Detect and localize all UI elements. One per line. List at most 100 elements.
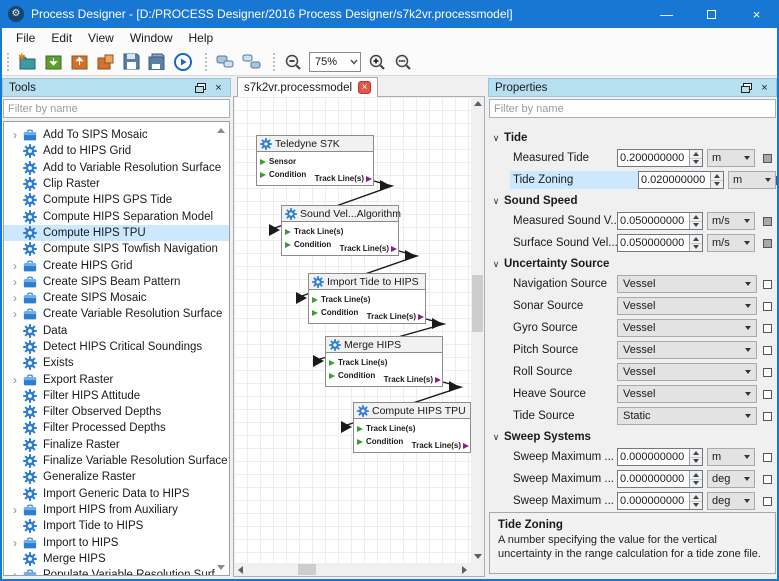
- unit-dropdown[interactable]: deg: [707, 470, 755, 488]
- input-port[interactable]: Condition: [260, 170, 306, 179]
- spin-up-icon[interactable]: [690, 235, 702, 244]
- property-value[interactable]: 0.050000000: [618, 213, 689, 229]
- tool-item[interactable]: Filter Observed Depths: [4, 404, 229, 420]
- property-label[interactable]: Tide Source: [513, 407, 617, 425]
- toolbar-grip[interactable]: [6, 52, 11, 72]
- spin-up-icon[interactable]: [690, 150, 702, 159]
- tool-item[interactable]: › Create Variable Resolution Surface: [4, 306, 229, 322]
- property-spinbox[interactable]: 0.050000000: [617, 212, 703, 230]
- override-indicator[interactable]: [763, 217, 772, 226]
- diagram-canvas[interactable]: Teledyne S7K Sensor Condition Track Line…: [233, 97, 485, 577]
- toolbar-grip[interactable]: [272, 52, 277, 72]
- property-label[interactable]: Measured Tide: [513, 149, 617, 167]
- spin-up-icon[interactable]: [690, 213, 702, 222]
- tool-item[interactable]: Import Tide to HIPS: [4, 518, 229, 534]
- close-button[interactable]: ×: [734, 0, 779, 28]
- spin-down-icon[interactable]: [690, 480, 702, 488]
- properties-filter-input[interactable]: [490, 100, 775, 117]
- property-label[interactable]: Tide Zoning: [510, 171, 638, 189]
- input-port[interactable]: Condition: [285, 240, 331, 249]
- property-group-sweep-systems[interactable]: ∨ Sweep Systems: [488, 430, 777, 444]
- menu-help[interactable]: Help: [181, 29, 222, 47]
- override-indicator[interactable]: [763, 453, 772, 462]
- tool-item[interactable]: Filter HIPS Attitude: [4, 388, 229, 404]
- spin-down-icon[interactable]: [690, 222, 702, 230]
- override-indicator[interactable]: [763, 280, 772, 289]
- vscroll-thumb[interactable]: [472, 275, 483, 332]
- scroll-up-icon[interactable]: [471, 97, 484, 110]
- override-indicator[interactable]: [763, 497, 772, 506]
- save-all-button[interactable]: [144, 50, 170, 74]
- input-port[interactable]: Track Line(s): [357, 424, 415, 433]
- minimize-button[interactable]: —: [644, 0, 689, 28]
- source-dropdown[interactable]: Vessel: [617, 363, 757, 381]
- input-port[interactable]: Condition: [357, 437, 403, 446]
- tool-item[interactable]: Compute SIPS Towfish Navigation: [4, 241, 229, 257]
- spin-down-icon[interactable]: [690, 458, 702, 466]
- source-dropdown[interactable]: Vessel: [617, 385, 757, 403]
- input-port[interactable]: Track Line(s): [329, 358, 387, 367]
- property-value[interactable]: 0.000000000: [618, 471, 689, 487]
- output-port[interactable]: Track Line(s): [412, 441, 469, 450]
- source-dropdown[interactable]: Vessel: [617, 275, 757, 293]
- override-indicator[interactable]: [763, 346, 772, 355]
- property-label[interactable]: Gyro Source: [513, 319, 617, 337]
- output-port[interactable]: Track Line(s): [315, 174, 372, 183]
- spin-down-icon[interactable]: [711, 181, 723, 189]
- spin-up-icon[interactable]: [690, 493, 702, 502]
- canvas-vscrollbar[interactable]: [471, 97, 484, 563]
- float-panel-icon[interactable]: [739, 81, 754, 95]
- collapse-chevron-icon[interactable]: ∨: [488, 133, 504, 144]
- tool-item[interactable]: › Export Raster: [4, 371, 229, 387]
- menu-window[interactable]: Window: [122, 29, 181, 47]
- node-compute-hips-tpu[interactable]: Compute HIPS TPU Track Line(s) Condition…: [353, 402, 471, 453]
- tool-item[interactable]: › Create SIPS Beam Pattern: [4, 274, 229, 290]
- tool-item[interactable]: Detect HIPS Critical Soundings: [4, 339, 229, 355]
- property-label[interactable]: Measured Sound V...: [513, 212, 617, 230]
- expander-icon[interactable]: ›: [4, 291, 20, 305]
- expander-icon[interactable]: ›: [4, 536, 20, 550]
- expander-icon[interactable]: ›: [4, 259, 20, 273]
- tree-scroll-up-icon[interactable]: [217, 128, 225, 133]
- unit-dropdown[interactable]: m/s: [707, 212, 755, 230]
- node-sound-vel-algorithm[interactable]: Sound Vel...Algorithm Track Line(s) Cond…: [281, 205, 399, 256]
- node-header[interactable]: Import Tide to HIPS: [309, 274, 425, 290]
- node-header[interactable]: Merge HIPS: [326, 337, 442, 353]
- source-dropdown[interactable]: Vessel: [617, 341, 757, 359]
- export-model-button[interactable]: [66, 50, 92, 74]
- spin-up-icon[interactable]: [690, 449, 702, 458]
- property-group-tide[interactable]: ∨ Tide: [488, 131, 777, 145]
- maximize-button[interactable]: [689, 0, 734, 28]
- output-port[interactable]: Track Line(s): [384, 375, 441, 384]
- expander-icon[interactable]: ›: [4, 503, 20, 517]
- menu-edit[interactable]: Edit: [43, 29, 80, 47]
- property-label[interactable]: Navigation Source: [513, 275, 617, 293]
- spin-down-icon[interactable]: [690, 159, 702, 167]
- tool-item[interactable]: Finalize Raster: [4, 437, 229, 453]
- spin-down-icon[interactable]: [690, 502, 702, 510]
- tool-item[interactable]: Merge HIPS: [4, 551, 229, 567]
- tree-scroll-down-icon[interactable]: [217, 565, 225, 570]
- canvas-hscrollbar[interactable]: [234, 563, 471, 576]
- zoom-level-combo[interactable]: 75%: [309, 52, 361, 72]
- tool-item[interactable]: › Create HIPS Grid: [4, 257, 229, 273]
- float-panel-icon[interactable]: [193, 81, 208, 95]
- hscroll-thumb[interactable]: [298, 564, 316, 575]
- property-label[interactable]: Roll Source: [513, 363, 617, 381]
- unit-dropdown[interactable]: m: [728, 171, 776, 189]
- property-group-uncertainty-source[interactable]: ∨ Uncertainty Source: [488, 257, 777, 271]
- tool-item[interactable]: Add to HIPS Grid: [4, 143, 229, 159]
- tool-item[interactable]: Finalize Variable Resolution Surface: [4, 453, 229, 469]
- input-port[interactable]: Condition: [312, 308, 358, 317]
- scroll-left-icon[interactable]: [234, 563, 247, 576]
- property-spinbox[interactable]: 0.000000000: [617, 492, 703, 510]
- property-spinbox[interactable]: 0.050000000: [617, 234, 703, 252]
- unit-dropdown[interactable]: m/s: [707, 234, 755, 252]
- expander-icon[interactable]: ›: [4, 307, 20, 321]
- property-spinbox[interactable]: 0.000000000: [617, 470, 703, 488]
- spin-up-icon[interactable]: [690, 471, 702, 480]
- node-header[interactable]: Compute HIPS TPU: [354, 403, 470, 419]
- scroll-down-icon[interactable]: [471, 550, 484, 563]
- unit-dropdown[interactable]: m: [707, 448, 755, 466]
- tool-item[interactable]: Filter Processed Depths: [4, 420, 229, 436]
